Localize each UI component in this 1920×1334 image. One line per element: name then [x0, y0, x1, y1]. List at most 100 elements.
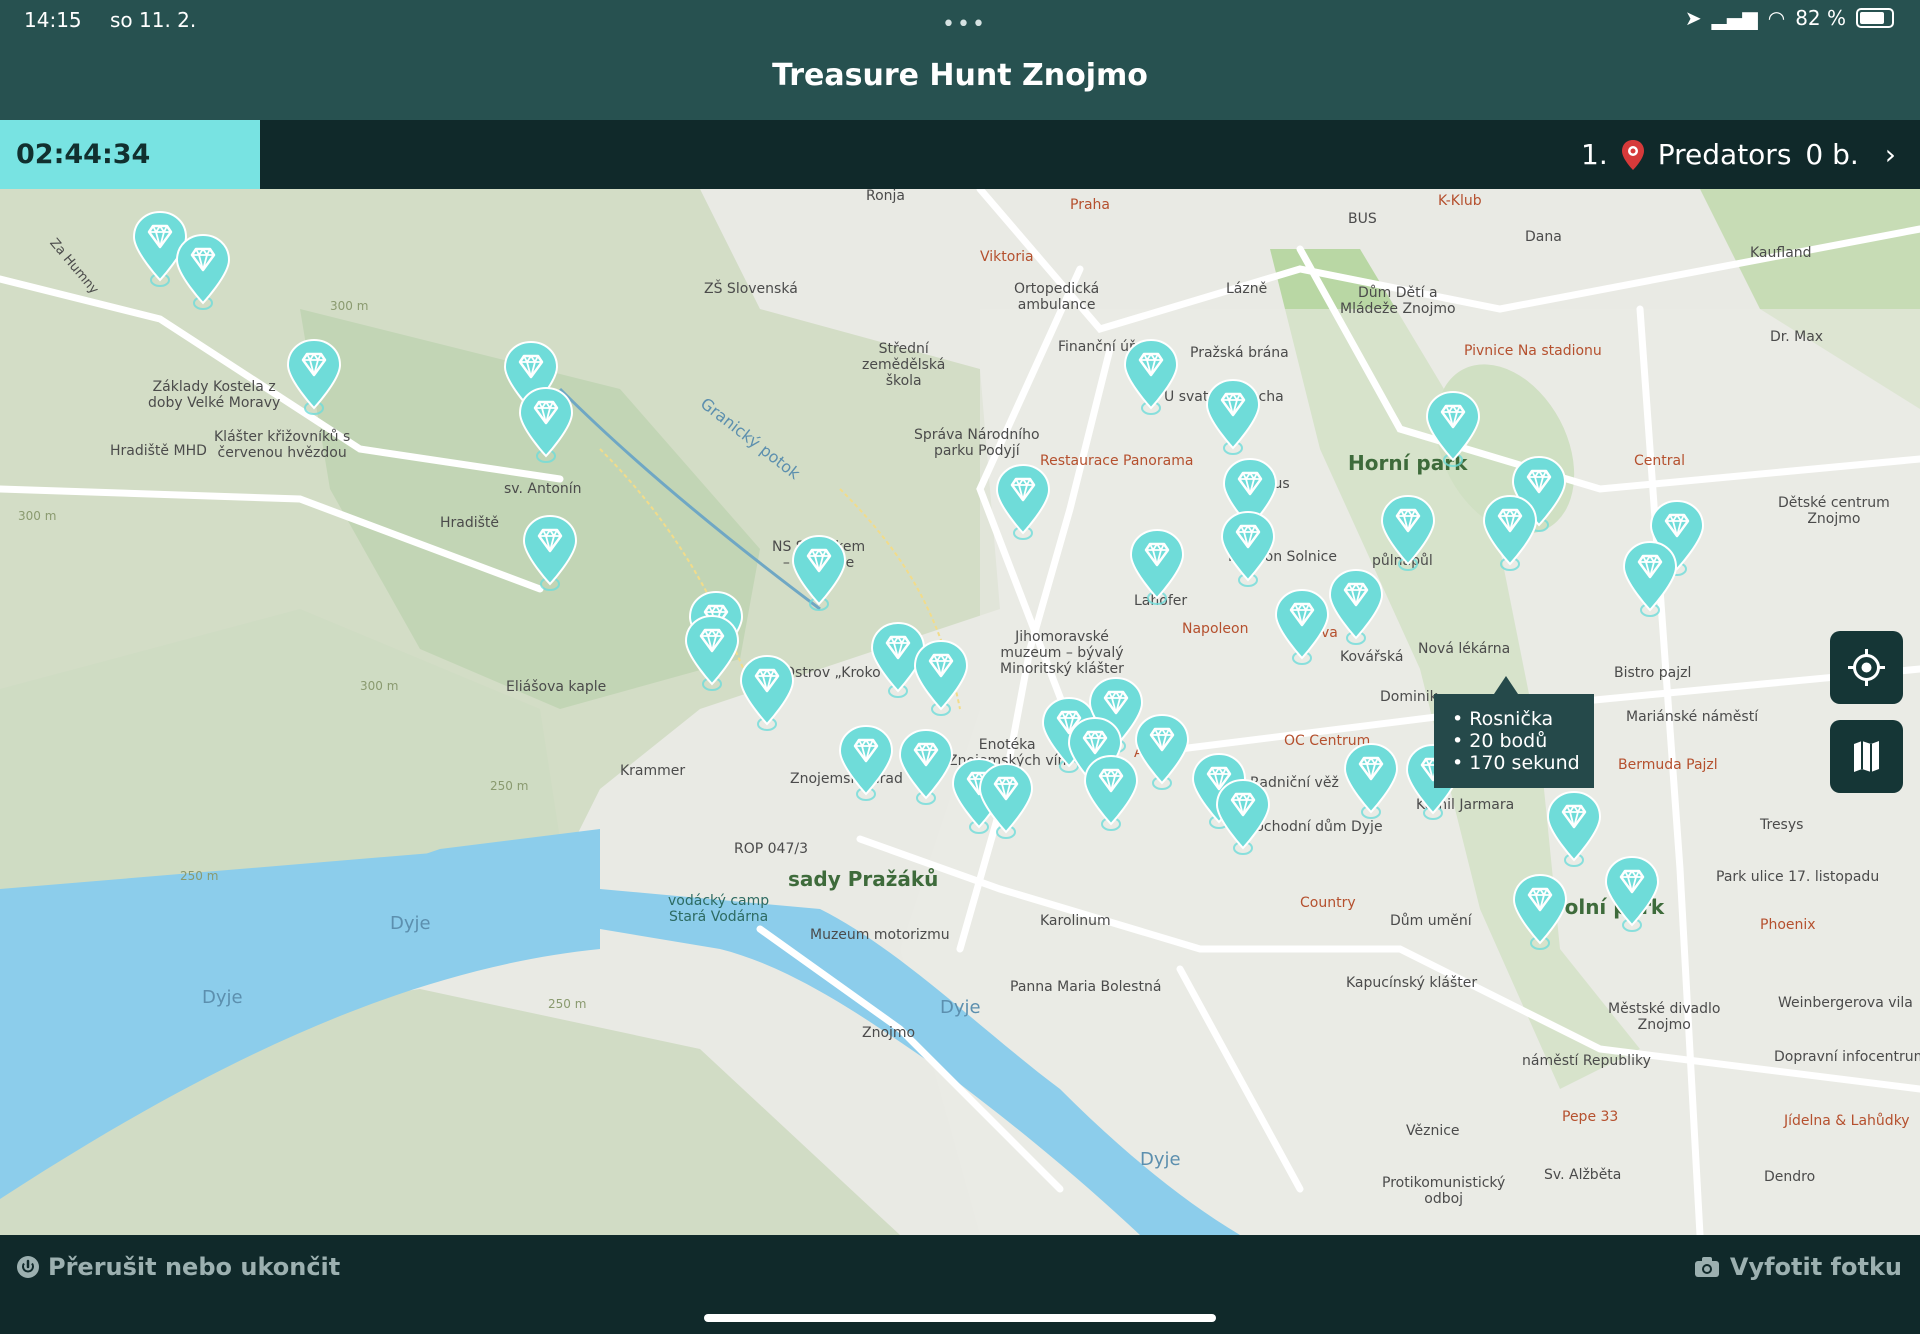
map-label: Jídelna & Lahůdky: [1784, 1113, 1910, 1129]
treasure-marker-icon[interactable]: [1380, 494, 1436, 572]
map-label: Lázně: [1226, 281, 1268, 297]
power-icon: [17, 1256, 39, 1278]
map-label: Panna Maria Bolestná: [1010, 979, 1162, 995]
treasure-marker-icon[interactable]: [1622, 540, 1678, 618]
map-label: Kaufland: [1750, 245, 1812, 261]
map-label: Věznice: [1406, 1123, 1460, 1139]
treasure-marker-icon[interactable]: [1482, 494, 1538, 572]
map-label: K-Klub: [1438, 193, 1482, 209]
treasure-marker-icon[interactable]: [1546, 790, 1602, 868]
interrupt-end-label: Přerušit nebo ukončit: [48, 1253, 341, 1281]
map-icon: [1854, 741, 1879, 772]
title-bar: 14:15 so 11. 2. ••• ➤ ▂▄▆ ◠ 82 % Treasur…: [0, 0, 1920, 120]
treasure-marker-icon[interactable]: [1220, 510, 1276, 588]
treasure-marker-icon[interactable]: [1328, 568, 1384, 646]
map-label: Sv. Alžběta: [1544, 1167, 1622, 1183]
treasure-marker-icon[interactable]: [1512, 873, 1568, 951]
treasure-marker-icon[interactable]: [286, 338, 342, 416]
map-label: náměstí Republiky: [1522, 1053, 1651, 1069]
location-arrow-icon: ➤: [1684, 6, 1702, 30]
treasure-marker-icon[interactable]: [522, 514, 578, 592]
treasure-marker-icon[interactable]: [175, 233, 231, 311]
map-label: 250 m: [490, 779, 529, 793]
treasure-marker-icon[interactable]: [739, 654, 795, 732]
treasure-marker-icon[interactable]: [1343, 742, 1399, 820]
map-label: Hradiště MHD: [110, 443, 207, 459]
take-photo-label: Vyfotit fotku: [1729, 1253, 1902, 1281]
map-view[interactable]: Ronja Praha K-Klub BUS Dana Kaufland Vik…: [0, 189, 1920, 1235]
locate-me-button[interactable]: [1830, 631, 1903, 704]
battery-icon: [1856, 8, 1894, 28]
map-label: ZŠ Slovenská: [704, 281, 798, 297]
map-layers-button[interactable]: [1830, 720, 1903, 793]
map-label: Eliášova kaple: [506, 679, 607, 695]
map-label: Dopravní infocentrum: [1774, 1049, 1920, 1065]
map-label: Znojmo: [862, 1025, 916, 1041]
signal-icon: ▂▄▆: [1711, 6, 1758, 30]
map-label: Bermuda Pajzl: [1618, 757, 1718, 773]
map-label: Městské divadlo Znojmo: [1608, 1001, 1721, 1033]
map-label: Weinbergerova vila: [1778, 995, 1913, 1011]
map-label: Tresys: [1760, 817, 1804, 833]
map-label: 300 m: [360, 679, 399, 693]
status-time: 14:15: [24, 8, 82, 32]
map-label: Ronja: [866, 189, 906, 204]
map-label: Dana: [1525, 229, 1562, 245]
treasure-marker-icon[interactable]: [978, 762, 1034, 840]
take-photo-button[interactable]: Vyfotit fotku: [1694, 1253, 1902, 1281]
treasure-marker-icon[interactable]: [1205, 378, 1261, 456]
treasure-marker-icon[interactable]: [1134, 713, 1190, 791]
map-label: Dominik: [1380, 689, 1438, 705]
map-label: sv. Antonín: [504, 481, 582, 497]
treasure-marker-icon[interactable]: [791, 534, 847, 612]
map-label: Muzeum motorizmu: [810, 927, 950, 943]
treasure-marker-icon[interactable]: [1274, 588, 1330, 666]
interrupt-end-button[interactable]: Přerušit nebo ukončit: [16, 1253, 340, 1281]
game-info-bar: 02:44:34 1. Predators 0 b. ›: [0, 120, 1920, 189]
map-label: Dyje: [940, 997, 981, 1018]
treasure-info-popup[interactable]: • Rosnička • 20 bodů • 170 sekund: [1434, 676, 1594, 788]
map-label: BUS: [1348, 211, 1377, 227]
treasure-marker-icon[interactable]: [838, 724, 894, 802]
map-label: Klášter křižovníků s červenou hvězdou: [214, 429, 351, 461]
treasure-marker-icon[interactable]: [1123, 338, 1179, 416]
map-label: Základy Kostela z doby Velké Moravy: [148, 379, 281, 411]
treasure-marker-icon[interactable]: [1425, 390, 1481, 468]
map-label: 300 m: [330, 299, 369, 313]
treasure-marker-icon[interactable]: [1129, 528, 1185, 606]
map-label: Restaurace Panorama: [1040, 453, 1194, 469]
home-indicator[interactable]: [704, 1314, 1216, 1322]
map-label: Správa Národního parku Podyjí: [914, 427, 1040, 459]
map-label: Viktoria: [980, 249, 1034, 265]
treasure-marker-icon[interactable]: [898, 728, 954, 806]
treasure-marker-icon[interactable]: [995, 463, 1051, 541]
map-label: Dům Dětí a Mládeže Znojmo: [1340, 285, 1456, 317]
map-label: Dendro: [1764, 1169, 1816, 1185]
crosshair-icon: [1848, 649, 1885, 686]
status-clock: 14:15 so 11. 2.: [24, 8, 218, 32]
map-label: 250 m: [548, 997, 587, 1011]
treasure-marker-icon[interactable]: [684, 614, 740, 692]
map-label: Bistro pajzl: [1614, 665, 1692, 681]
treasure-marker-icon[interactable]: [1604, 855, 1660, 933]
multitask-dots-icon[interactable]: •••: [942, 12, 987, 37]
treasure-marker-icon[interactable]: [913, 639, 969, 717]
map-label: Pepe 33: [1562, 1109, 1619, 1125]
map-label: Dům umění: [1390, 913, 1472, 929]
map-label: Napoleon: [1182, 621, 1249, 637]
map-label: Central: [1634, 453, 1685, 469]
map-label: Kapucínský klášter: [1346, 975, 1478, 991]
team-name: Predators: [1657, 138, 1792, 171]
map-label: Dětské centrum Znojmo: [1778, 495, 1890, 527]
treasure-marker-icon[interactable]: [1083, 754, 1139, 832]
treasure-marker-icon[interactable]: [1215, 778, 1271, 856]
status-indicators: ➤ ▂▄▆ ◠ 82 %: [1685, 6, 1894, 30]
team-score-button[interactable]: 1. Predators 0 b. ›: [1581, 120, 1896, 189]
map-label: sady Pražáků: [788, 867, 939, 891]
treasure-marker-icon[interactable]: [518, 386, 574, 464]
battery-percent: 82 %: [1795, 6, 1846, 30]
map-label: Country: [1300, 895, 1356, 911]
wifi-icon: ◠: [1767, 6, 1786, 30]
map-label: Dyje: [1140, 1149, 1181, 1170]
map-label: Pražská brána: [1190, 345, 1289, 361]
